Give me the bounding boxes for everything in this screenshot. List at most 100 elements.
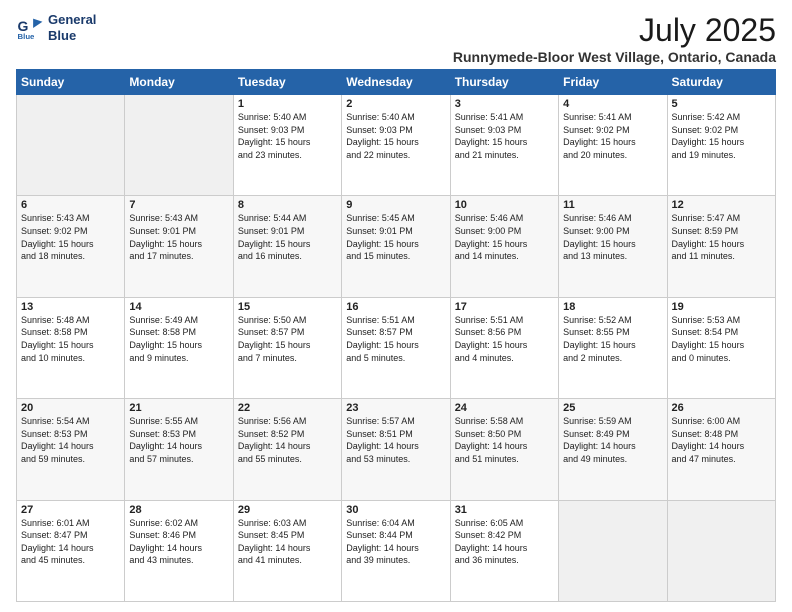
calendar-cell: 27Sunrise: 6:01 AM Sunset: 8:47 PM Dayli… xyxy=(17,500,125,601)
day-info: Sunrise: 5:45 AM Sunset: 9:01 PM Dayligh… xyxy=(346,212,445,262)
calendar-cell: 4Sunrise: 5:41 AM Sunset: 9:02 PM Daylig… xyxy=(559,95,667,196)
day-info: Sunrise: 5:49 AM Sunset: 8:58 PM Dayligh… xyxy=(129,314,228,364)
day-info: Sunrise: 6:02 AM Sunset: 8:46 PM Dayligh… xyxy=(129,517,228,567)
day-number: 21 xyxy=(129,402,228,414)
calendar-header-row: SundayMondayTuesdayWednesdayThursdayFrid… xyxy=(17,70,776,95)
calendar-header-tuesday: Tuesday xyxy=(233,70,341,95)
day-info: Sunrise: 5:40 AM Sunset: 9:03 PM Dayligh… xyxy=(346,111,445,161)
calendar-body: 1Sunrise: 5:40 AM Sunset: 9:03 PM Daylig… xyxy=(17,95,776,602)
calendar-week-4: 20Sunrise: 5:54 AM Sunset: 8:53 PM Dayli… xyxy=(17,399,776,500)
title-block: July 2025 Runnymede-Bloor West Village, … xyxy=(453,12,776,65)
day-info: Sunrise: 5:54 AM Sunset: 8:53 PM Dayligh… xyxy=(21,415,120,465)
calendar-cell: 29Sunrise: 6:03 AM Sunset: 8:45 PM Dayli… xyxy=(233,500,341,601)
day-info: Sunrise: 6:04 AM Sunset: 8:44 PM Dayligh… xyxy=(346,517,445,567)
calendar-cell: 9Sunrise: 5:45 AM Sunset: 9:01 PM Daylig… xyxy=(342,196,450,297)
day-number: 29 xyxy=(238,504,337,516)
day-info: Sunrise: 5:52 AM Sunset: 8:55 PM Dayligh… xyxy=(563,314,662,364)
day-info: Sunrise: 5:59 AM Sunset: 8:49 PM Dayligh… xyxy=(563,415,662,465)
day-info: Sunrise: 5:51 AM Sunset: 8:56 PM Dayligh… xyxy=(455,314,554,364)
calendar-header-friday: Friday xyxy=(559,70,667,95)
calendar-header-wednesday: Wednesday xyxy=(342,70,450,95)
day-number: 26 xyxy=(672,402,771,414)
calendar-cell: 31Sunrise: 6:05 AM Sunset: 8:42 PM Dayli… xyxy=(450,500,558,601)
day-info: Sunrise: 5:43 AM Sunset: 9:02 PM Dayligh… xyxy=(21,212,120,262)
calendar-cell: 11Sunrise: 5:46 AM Sunset: 9:00 PM Dayli… xyxy=(559,196,667,297)
day-number: 27 xyxy=(21,504,120,516)
day-info: Sunrise: 6:03 AM Sunset: 8:45 PM Dayligh… xyxy=(238,517,337,567)
day-number: 2 xyxy=(346,98,445,110)
day-number: 12 xyxy=(672,199,771,211)
logo-line1: General xyxy=(48,12,96,28)
day-info: Sunrise: 5:47 AM Sunset: 8:59 PM Dayligh… xyxy=(672,212,771,262)
calendar-cell: 7Sunrise: 5:43 AM Sunset: 9:01 PM Daylig… xyxy=(125,196,233,297)
day-number: 18 xyxy=(563,301,662,313)
day-number: 8 xyxy=(238,199,337,211)
calendar-header-monday: Monday xyxy=(125,70,233,95)
month-title: July 2025 xyxy=(453,12,776,49)
day-number: 7 xyxy=(129,199,228,211)
day-number: 17 xyxy=(455,301,554,313)
calendar-cell: 10Sunrise: 5:46 AM Sunset: 9:00 PM Dayli… xyxy=(450,196,558,297)
page: G Blue General Blue July 2025 Runnymede-… xyxy=(0,0,792,612)
calendar-cell: 15Sunrise: 5:50 AM Sunset: 8:57 PM Dayli… xyxy=(233,297,341,398)
day-info: Sunrise: 5:46 AM Sunset: 9:00 PM Dayligh… xyxy=(563,212,662,262)
calendar-cell: 23Sunrise: 5:57 AM Sunset: 8:51 PM Dayli… xyxy=(342,399,450,500)
calendar-cell: 24Sunrise: 5:58 AM Sunset: 8:50 PM Dayli… xyxy=(450,399,558,500)
calendar-cell: 17Sunrise: 5:51 AM Sunset: 8:56 PM Dayli… xyxy=(450,297,558,398)
logo-icon: G Blue xyxy=(16,14,44,42)
day-number: 3 xyxy=(455,98,554,110)
location-title: Runnymede-Bloor West Village, Ontario, C… xyxy=(453,49,776,65)
day-number: 30 xyxy=(346,504,445,516)
calendar-header-thursday: Thursday xyxy=(450,70,558,95)
calendar-cell: 14Sunrise: 5:49 AM Sunset: 8:58 PM Dayli… xyxy=(125,297,233,398)
day-number: 22 xyxy=(238,402,337,414)
calendar-cell: 21Sunrise: 5:55 AM Sunset: 8:53 PM Dayli… xyxy=(125,399,233,500)
day-number: 5 xyxy=(672,98,771,110)
calendar-cell xyxy=(667,500,775,601)
day-number: 20 xyxy=(21,402,120,414)
calendar-week-2: 6Sunrise: 5:43 AM Sunset: 9:02 PM Daylig… xyxy=(17,196,776,297)
day-number: 19 xyxy=(672,301,771,313)
calendar-cell: 22Sunrise: 5:56 AM Sunset: 8:52 PM Dayli… xyxy=(233,399,341,500)
calendar-week-3: 13Sunrise: 5:48 AM Sunset: 8:58 PM Dayli… xyxy=(17,297,776,398)
day-number: 13 xyxy=(21,301,120,313)
day-number: 15 xyxy=(238,301,337,313)
calendar-cell: 18Sunrise: 5:52 AM Sunset: 8:55 PM Dayli… xyxy=(559,297,667,398)
day-info: Sunrise: 5:46 AM Sunset: 9:00 PM Dayligh… xyxy=(455,212,554,262)
day-info: Sunrise: 6:00 AM Sunset: 8:48 PM Dayligh… xyxy=(672,415,771,465)
day-info: Sunrise: 6:01 AM Sunset: 8:47 PM Dayligh… xyxy=(21,517,120,567)
svg-text:Blue: Blue xyxy=(18,31,36,40)
day-number: 10 xyxy=(455,199,554,211)
calendar-header-saturday: Saturday xyxy=(667,70,775,95)
logo-line2: Blue xyxy=(48,28,96,44)
day-info: Sunrise: 5:48 AM Sunset: 8:58 PM Dayligh… xyxy=(21,314,120,364)
calendar-cell: 30Sunrise: 6:04 AM Sunset: 8:44 PM Dayli… xyxy=(342,500,450,601)
day-info: Sunrise: 5:53 AM Sunset: 8:54 PM Dayligh… xyxy=(672,314,771,364)
calendar-cell: 6Sunrise: 5:43 AM Sunset: 9:02 PM Daylig… xyxy=(17,196,125,297)
calendar-cell: 2Sunrise: 5:40 AM Sunset: 9:03 PM Daylig… xyxy=(342,95,450,196)
calendar-cell: 20Sunrise: 5:54 AM Sunset: 8:53 PM Dayli… xyxy=(17,399,125,500)
day-number: 28 xyxy=(129,504,228,516)
day-info: Sunrise: 5:50 AM Sunset: 8:57 PM Dayligh… xyxy=(238,314,337,364)
logo: G Blue General Blue xyxy=(16,12,96,43)
day-number: 31 xyxy=(455,504,554,516)
calendar-cell: 16Sunrise: 5:51 AM Sunset: 8:57 PM Dayli… xyxy=(342,297,450,398)
day-number: 14 xyxy=(129,301,228,313)
calendar-cell: 19Sunrise: 5:53 AM Sunset: 8:54 PM Dayli… xyxy=(667,297,775,398)
calendar-cell: 8Sunrise: 5:44 AM Sunset: 9:01 PM Daylig… xyxy=(233,196,341,297)
day-info: Sunrise: 5:56 AM Sunset: 8:52 PM Dayligh… xyxy=(238,415,337,465)
day-number: 24 xyxy=(455,402,554,414)
day-number: 11 xyxy=(563,199,662,211)
day-info: Sunrise: 5:43 AM Sunset: 9:01 PM Dayligh… xyxy=(129,212,228,262)
day-info: Sunrise: 5:42 AM Sunset: 9:02 PM Dayligh… xyxy=(672,111,771,161)
calendar-week-1: 1Sunrise: 5:40 AM Sunset: 9:03 PM Daylig… xyxy=(17,95,776,196)
calendar-header-sunday: Sunday xyxy=(17,70,125,95)
calendar-cell: 3Sunrise: 5:41 AM Sunset: 9:03 PM Daylig… xyxy=(450,95,558,196)
day-number: 4 xyxy=(563,98,662,110)
day-info: Sunrise: 5:55 AM Sunset: 8:53 PM Dayligh… xyxy=(129,415,228,465)
day-info: Sunrise: 5:57 AM Sunset: 8:51 PM Dayligh… xyxy=(346,415,445,465)
day-info: Sunrise: 5:41 AM Sunset: 9:03 PM Dayligh… xyxy=(455,111,554,161)
calendar-cell: 13Sunrise: 5:48 AM Sunset: 8:58 PM Dayli… xyxy=(17,297,125,398)
calendar-cell: 1Sunrise: 5:40 AM Sunset: 9:03 PM Daylig… xyxy=(233,95,341,196)
day-info: Sunrise: 5:44 AM Sunset: 9:01 PM Dayligh… xyxy=(238,212,337,262)
